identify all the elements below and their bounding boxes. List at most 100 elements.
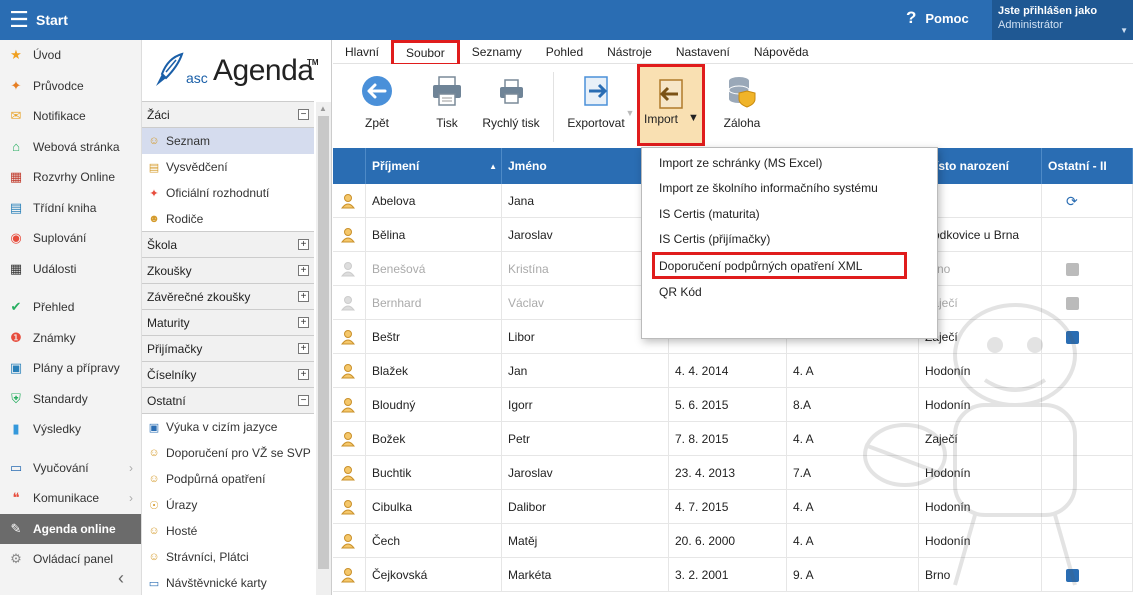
tab-napoveda[interactable]: Nápověda bbox=[742, 40, 821, 64]
sidebar-item-label: Podpůrná opatření bbox=[166, 472, 266, 486]
nav-item-komunikace[interactable]: ❝ Komunikace › bbox=[0, 483, 141, 514]
person-icon: ☺ bbox=[148, 447, 160, 459]
guest-icon: ☺ bbox=[148, 525, 160, 537]
nav-item-webova-stranka[interactable]: ⌂ Webová stránka bbox=[0, 132, 141, 163]
cell-last: Bernhard bbox=[366, 286, 502, 320]
tab-nastroje[interactable]: Nástroje bbox=[595, 40, 664, 64]
cell-last: Beštr bbox=[366, 320, 502, 354]
feather-logo-icon bbox=[156, 52, 184, 86]
expand-icon[interactable]: + bbox=[298, 239, 309, 250]
sidebar-item-label: Úrazy bbox=[166, 498, 198, 512]
expand-icon[interactable]: + bbox=[298, 369, 309, 380]
sync-icon[interactable]: ⟳ bbox=[1066, 193, 1078, 210]
section-zkousky[interactable]: Zkoušky + bbox=[142, 257, 314, 284]
print-button[interactable]: Tisk bbox=[425, 64, 469, 148]
chevron-down-icon: ▼ bbox=[1120, 26, 1128, 35]
import-menu-item-is-certis-maturita[interactable]: IS Certis (maturita) bbox=[642, 201, 937, 227]
sidebar-item-doporuceni-pro-vz-se-svp[interactable]: ☺ Doporučení pro VŽ se SVP bbox=[142, 440, 314, 466]
import-menu-item-doporuceni-podpurnych-opatreni-xml[interactable]: Doporučení podpůrných opatření XML bbox=[652, 252, 907, 279]
user-menu[interactable]: Jste přihlášen jako Administrátor ▼ bbox=[992, 0, 1133, 40]
cell-other bbox=[1042, 252, 1133, 286]
tab-nastaveni[interactable]: Nastavení bbox=[664, 40, 742, 64]
collapse-sidebar-icon[interactable]: ‹ bbox=[118, 568, 124, 589]
sidebar-item-hoste[interactable]: ☺ Hosté bbox=[142, 518, 314, 544]
export-icon bbox=[584, 76, 608, 106]
section-ostatni[interactable]: Ostatní − bbox=[142, 387, 314, 414]
nav-item-udalosti[interactable]: ▦ Události bbox=[0, 254, 141, 285]
sidebar-item-rodice[interactable]: ☻ Rodiče bbox=[142, 206, 314, 232]
help-button[interactable]: ? Pomoc bbox=[906, 8, 969, 28]
nav-item-suplovani[interactable]: ◉ Suplování bbox=[0, 223, 141, 254]
cell-last: Čech bbox=[366, 524, 502, 558]
sidebar-item-podpurna-opatreni[interactable]: ☺ Podpůrná opatření bbox=[142, 466, 314, 492]
scroll-up-icon[interactable]: ▲ bbox=[319, 104, 327, 113]
nav-item-vyucovani[interactable]: ▭ Vyučování › bbox=[0, 453, 141, 484]
quick-print-button[interactable]: Rychlý tisk bbox=[479, 64, 543, 148]
check-circle-icon: ✔ bbox=[10, 299, 22, 315]
nav-item-notifikace[interactable]: ✉ Notifikace bbox=[0, 101, 141, 132]
wand-icon: ✦ bbox=[10, 77, 22, 93]
nav-item-plany-a-pripravy[interactable]: ▣ Plány a přípravy bbox=[0, 353, 141, 384]
nav-item-tridni-kniha[interactable]: ▤ Třídní kniha bbox=[0, 193, 141, 224]
cell-first: Markéta bbox=[502, 558, 669, 592]
header-lastname[interactable]: Příjmení ▲ bbox=[366, 148, 502, 184]
section-zaverecne-zkousky[interactable]: Závěrečné zkoušky + bbox=[142, 283, 314, 310]
section-ciselniky[interactable]: Číselníky + bbox=[142, 361, 314, 388]
sidebar-item-seznam[interactable]: ☺ Seznam bbox=[142, 128, 314, 154]
expand-icon[interactable]: + bbox=[298, 265, 309, 276]
tab-hlavni[interactable]: Hlavní bbox=[333, 40, 391, 64]
backup-button[interactable]: Záloha bbox=[717, 64, 767, 148]
cell-birth: 5. 6. 2015 bbox=[669, 388, 787, 422]
nav-item-znamky[interactable]: ❶ Známky bbox=[0, 323, 141, 354]
export-dropdown[interactable]: ▼ bbox=[625, 64, 635, 148]
nav-item-prehled[interactable]: ✔ Přehled bbox=[0, 292, 141, 323]
start-label[interactable]: Start bbox=[36, 12, 68, 28]
header-icon-col bbox=[333, 148, 366, 184]
collapse-icon[interactable]: − bbox=[298, 395, 309, 406]
import-menu-item-import-ze-skolniho-informacniho-systemu[interactable]: Import ze školního informačního systému bbox=[642, 176, 937, 202]
back-button[interactable]: Zpět bbox=[353, 64, 401, 148]
import-menu-item-qr-kod[interactable]: QR Kód bbox=[642, 279, 937, 305]
nav-item-standardy[interactable]: ⛨ Standardy bbox=[0, 384, 141, 415]
sidebar-item-urazy[interactable]: ☉ Úrazy bbox=[142, 492, 314, 518]
expand-icon[interactable]: + bbox=[298, 291, 309, 302]
expand-icon[interactable]: + bbox=[298, 317, 309, 328]
sidebar-item-vysvedceni[interactable]: ▤ Vysvědčení bbox=[142, 154, 314, 180]
section-maturity[interactable]: Maturity + bbox=[142, 309, 314, 336]
cell-last: Bělina bbox=[366, 218, 502, 252]
sidebar-item-navstevnicke-karty[interactable]: ▭ Návštěvnické karty bbox=[142, 570, 314, 595]
nav-item-label: Plány a přípravy bbox=[33, 361, 120, 376]
expand-icon[interactable]: + bbox=[298, 343, 309, 354]
status-badge-icon[interactable] bbox=[1066, 262, 1079, 276]
tab-soubor[interactable]: Soubor bbox=[391, 39, 460, 66]
section-zaci[interactable]: Žáci − bbox=[142, 101, 314, 128]
import-menu-item-import-ze-schranky-ms-excel[interactable]: Import ze schránky (MS Excel) bbox=[642, 150, 937, 176]
sidebar-item-vyuka-v-cizim-jazyce[interactable]: ▣ Výuka v cizím jazyce bbox=[142, 414, 314, 440]
scrollbar-thumb[interactable] bbox=[318, 116, 329, 569]
nav-item-label: Rozvrhy Online bbox=[33, 170, 116, 185]
nav-item-uvod[interactable]: ★ Úvod bbox=[0, 40, 141, 71]
nav-item-rozvrhy-online[interactable]: ▦ Rozvrhy Online bbox=[0, 162, 141, 193]
injury-icon: ☉ bbox=[149, 499, 159, 512]
collapse-icon[interactable]: − bbox=[298, 109, 309, 120]
nav-item-label: Ovládací panel bbox=[33, 552, 114, 567]
section-prijimacky[interactable]: Přijímačky + bbox=[142, 335, 314, 362]
sidebar-item-oficialni-rozhodnuti[interactable]: ✦ Oficiální rozhodnutí bbox=[142, 180, 314, 206]
tab-pohled[interactable]: Pohled bbox=[534, 40, 595, 64]
nav-item-pruvodce[interactable]: ✦ Průvodce bbox=[0, 71, 141, 102]
sidebar-scrollbar[interactable]: ▲ bbox=[316, 102, 331, 595]
gear-icon: ⚙ bbox=[10, 551, 22, 567]
tab-seznamy[interactable]: Seznamy bbox=[460, 40, 534, 64]
student-icon-cell bbox=[333, 354, 366, 388]
import-menu-item-is-certis-prijimacky[interactable]: IS Certis (přijímačky) bbox=[642, 227, 937, 253]
hamburger-menu-icon[interactable]: ☰ bbox=[2, 7, 36, 33]
import-button[interactable]: Import ▼ bbox=[637, 64, 705, 146]
nav-item-vysledky[interactable]: ▮ Výsledky bbox=[0, 414, 141, 445]
section-skola[interactable]: Škola + bbox=[142, 231, 314, 258]
nav-item-agenda-online[interactable]: ✎ Agenda online bbox=[0, 513, 141, 544]
header-other[interactable]: Ostatní - II bbox=[1042, 148, 1133, 184]
sidebar-item-stravnici-platci[interactable]: ☺ Strávníci, Plátci bbox=[142, 544, 314, 570]
cell-last: Buchtik bbox=[366, 456, 502, 490]
export-button[interactable]: Exportovat bbox=[563, 64, 629, 148]
cell-last: Čejkovská bbox=[366, 558, 502, 592]
